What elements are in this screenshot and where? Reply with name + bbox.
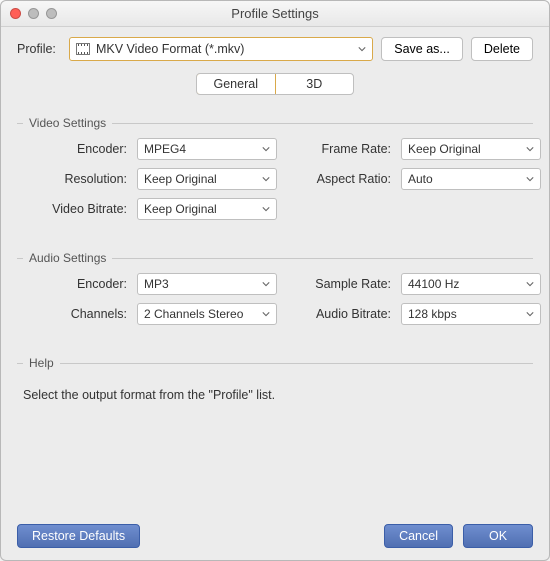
minimize-icon[interactable] (28, 8, 39, 19)
chevron-down-icon (262, 307, 270, 321)
sample-rate-value: 44100 Hz (408, 277, 459, 291)
cancel-button[interactable]: Cancel (384, 524, 453, 548)
chevron-down-icon (262, 202, 270, 216)
window-controls (10, 8, 57, 19)
audio-settings-legend: Audio Settings (23, 251, 112, 265)
mkv-file-icon (76, 43, 90, 55)
aspect-ratio-select[interactable]: Auto (401, 168, 541, 190)
tab-general[interactable]: General (196, 73, 276, 95)
chevron-down-icon (262, 172, 270, 186)
chevron-down-icon (262, 277, 270, 291)
profile-row: Profile: MKV Video Format (*.mkv) Save a… (17, 37, 533, 61)
profile-value: MKV Video Format (*.mkv) (96, 42, 244, 56)
footer: Restore Defaults Cancel OK (17, 514, 533, 548)
audio-encoder-label: Encoder: (17, 277, 129, 291)
resolution-label: Resolution: (17, 172, 129, 186)
audio-encoder-select[interactable]: MP3 (137, 273, 277, 295)
audio-settings-group: Audio Settings Encoder: MP3 Sample Rate:… (17, 258, 533, 325)
aspect-ratio-label: Aspect Ratio: (285, 172, 393, 186)
video-bitrate-value: Keep Original (144, 202, 217, 216)
chevron-down-icon (526, 172, 534, 186)
sample-rate-label: Sample Rate: (285, 277, 393, 291)
resolution-select[interactable]: Keep Original (137, 168, 277, 190)
audio-bitrate-select[interactable]: 128 kbps (401, 303, 541, 325)
help-legend: Help (23, 356, 60, 370)
chevron-down-icon (526, 277, 534, 291)
video-encoder-value: MPEG4 (144, 142, 186, 156)
titlebar: Profile Settings (1, 1, 549, 27)
frame-rate-select[interactable]: Keep Original (401, 138, 541, 160)
chevron-down-icon (526, 142, 534, 156)
content-area: Profile: MKV Video Format (*.mkv) Save a… (1, 27, 549, 560)
audio-bitrate-label: Audio Bitrate: (285, 307, 393, 321)
chevron-down-icon (262, 142, 270, 156)
profile-label: Profile: (17, 42, 61, 56)
channels-label: Channels: (17, 307, 129, 321)
sample-rate-select[interactable]: 44100 Hz (401, 273, 541, 295)
maximize-icon[interactable] (46, 8, 57, 19)
channels-select[interactable]: 2 Channels Stereo (137, 303, 277, 325)
save-as-button[interactable]: Save as... (381, 37, 463, 61)
video-encoder-select[interactable]: MPEG4 (137, 138, 277, 160)
resolution-value: Keep Original (144, 172, 217, 186)
audio-encoder-value: MP3 (144, 277, 169, 291)
ok-button[interactable]: OK (463, 524, 533, 548)
frame-rate-label: Frame Rate: (285, 142, 393, 156)
video-bitrate-select[interactable]: Keep Original (137, 198, 277, 220)
profile-select[interactable]: MKV Video Format (*.mkv) (69, 37, 373, 61)
video-bitrate-label: Video Bitrate: (17, 202, 129, 216)
video-settings-group: Video Settings Encoder: MPEG4 Frame Rate… (17, 123, 533, 220)
channels-value: 2 Channels Stereo (144, 307, 243, 321)
help-text: Select the output format from the "Profi… (17, 388, 533, 402)
help-group: Help Select the output format from the "… (17, 363, 533, 402)
profile-settings-window: Profile Settings Profile: MKV Video Form… (0, 0, 550, 561)
tabs: General 3D (196, 73, 354, 95)
delete-button[interactable]: Delete (471, 37, 533, 61)
aspect-ratio-value: Auto (408, 172, 433, 186)
frame-rate-value: Keep Original (408, 142, 481, 156)
audio-bitrate-value: 128 kbps (408, 307, 457, 321)
chevron-down-icon (526, 307, 534, 321)
restore-defaults-button[interactable]: Restore Defaults (17, 524, 140, 548)
close-icon[interactable] (10, 8, 21, 19)
encoder-label: Encoder: (17, 142, 129, 156)
video-settings-legend: Video Settings (23, 116, 112, 130)
window-title: Profile Settings (231, 6, 318, 21)
tab-3d[interactable]: 3D (275, 74, 354, 94)
chevron-down-icon (358, 42, 366, 56)
